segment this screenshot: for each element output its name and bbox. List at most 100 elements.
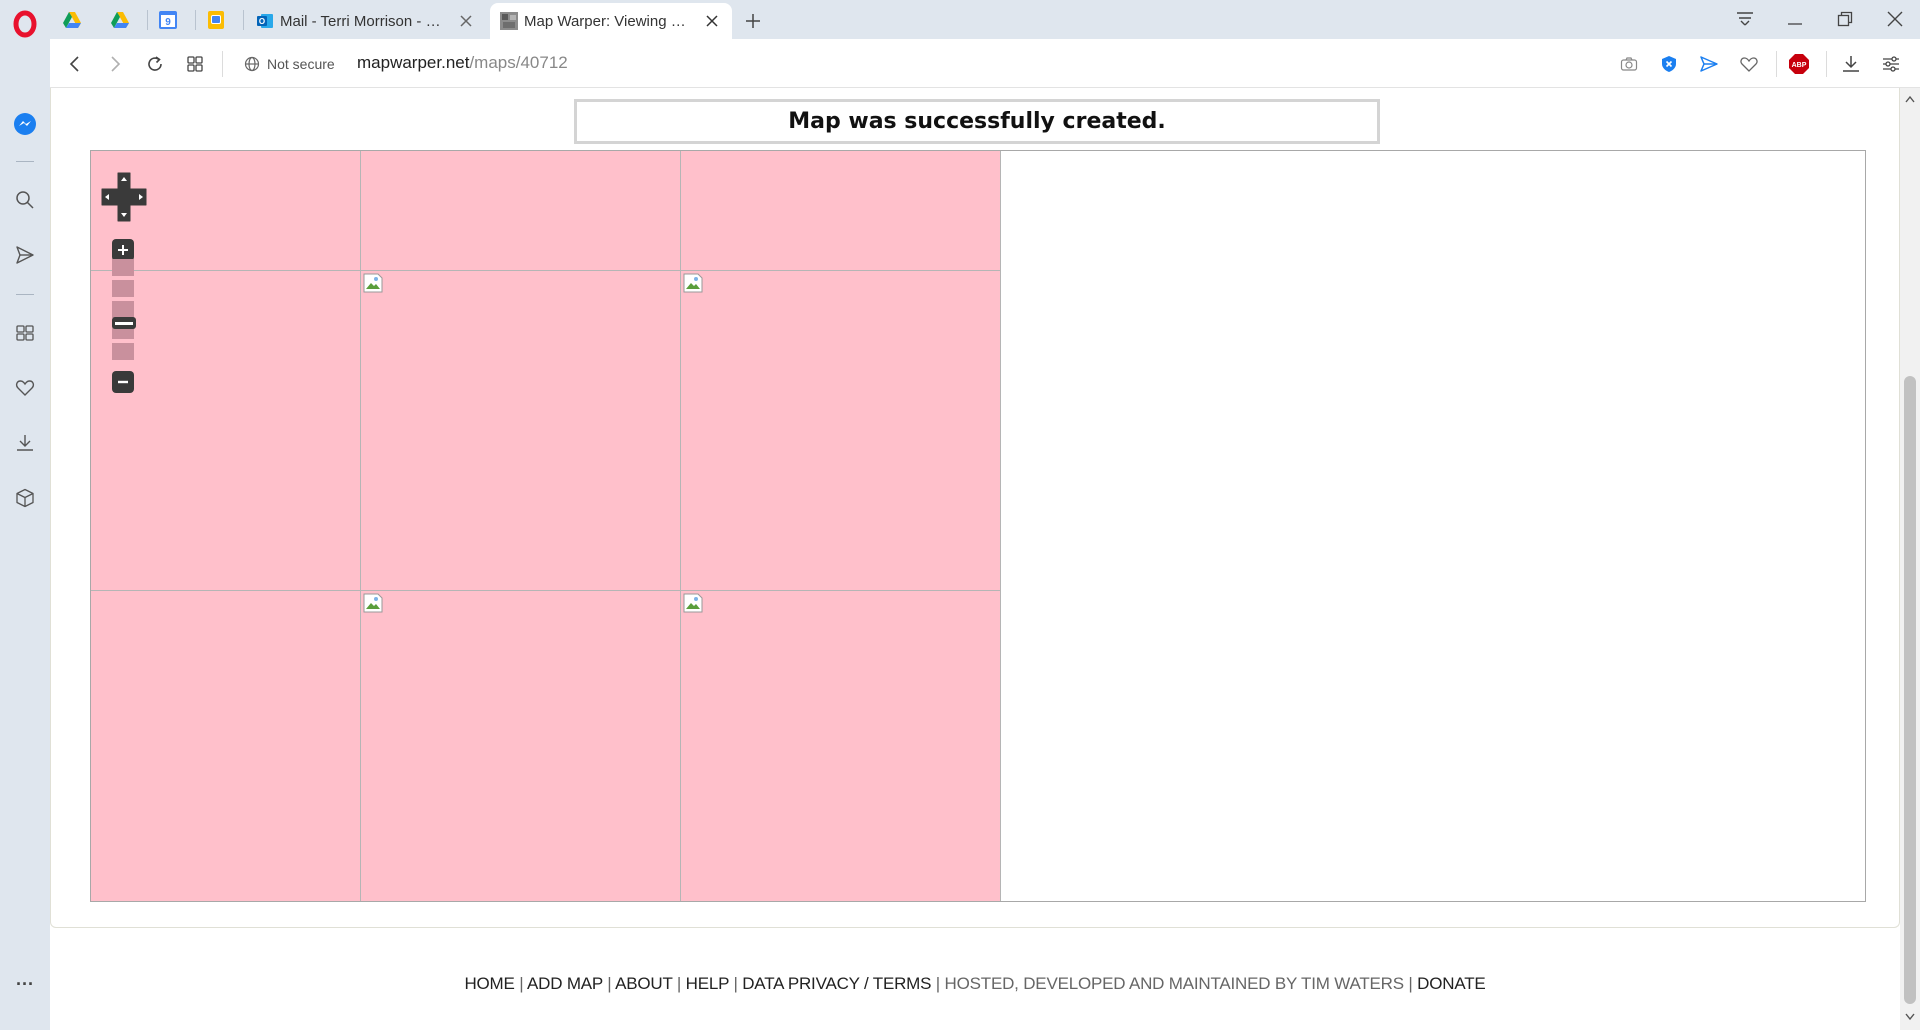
grid-icon — [187, 56, 203, 72]
broken-image-icon — [683, 593, 703, 613]
tab-outlook-mail[interactable]: O Mail - Terri Morrison - Outlook — [246, 3, 486, 39]
footer-separator: | — [935, 974, 941, 993]
zoom-level[interactable] — [112, 259, 134, 278]
close-tab-icon[interactable] — [456, 11, 476, 31]
map-viewer[interactable] — [90, 150, 1866, 902]
map-tile — [681, 271, 1001, 591]
tab-menu-button[interactable] — [1725, 4, 1765, 34]
scrollbar-thumb[interactable] — [1904, 376, 1916, 1004]
forward-button[interactable] — [100, 49, 130, 79]
footer-hosted-text: HOSTED, DEVELOPED AND MAINTAINED BY TIM … — [944, 974, 1405, 993]
url-host: mapwarper.net — [357, 53, 470, 72]
new-tab-button[interactable] — [740, 8, 766, 34]
pinned-tab-google-drive[interactable] — [52, 6, 92, 34]
back-button[interactable] — [60, 49, 90, 79]
sidebar-item-search[interactable] — [10, 185, 40, 215]
footer-link-about[interactable]: ABOUT — [615, 974, 672, 993]
speed-dial-button[interactable] — [180, 49, 210, 79]
security-label: Not secure — [267, 56, 335, 72]
zoom-level[interactable] — [112, 343, 134, 362]
page-scrollbar[interactable] — [1900, 88, 1920, 1030]
minimize-button[interactable] — [1775, 4, 1815, 34]
chevron-down-icon — [1905, 1013, 1915, 1021]
easy-setup-button[interactable] — [1878, 51, 1904, 77]
adblock-plus-button[interactable]: ABP — [1786, 51, 1812, 77]
footer-link-privacy[interactable]: DATA PRIVACY / TERMS — [742, 974, 931, 993]
address-bar: Not secure mapwarper.net/maps/40712 ABP — [50, 39, 1920, 88]
snapshot-button[interactable] — [1616, 51, 1642, 77]
pinned-tab-google-drive-2[interactable] — [100, 6, 140, 34]
sidebar-item-messenger[interactable] — [10, 109, 40, 139]
tab-title: Mail - Terri Morrison - Outlook — [280, 12, 448, 30]
minimize-icon — [1788, 23, 1802, 25]
zoom-in-button[interactable] — [112, 239, 134, 261]
zoom-bar[interactable] — [112, 259, 136, 367]
content-panel: Map was successfully created. — [50, 88, 1900, 928]
broken-image-icon — [363, 273, 383, 293]
plus-icon — [746, 14, 760, 28]
footer-separator: | — [676, 974, 682, 993]
mapwarper-icon — [500, 12, 518, 30]
chevron-up-icon — [1905, 95, 1915, 103]
map-tile — [361, 591, 681, 901]
google-keep-icon — [208, 11, 224, 29]
map-tile — [681, 151, 1001, 271]
pinned-tab-google-calendar[interactable]: 9 — [148, 6, 188, 34]
footer: HOME | ADD MAP | ABOUT | HELP | DATA PRI… — [50, 974, 1900, 994]
url-field[interactable]: mapwarper.net/maps/40712 — [357, 53, 568, 73]
svg-text:O: O — [259, 17, 265, 26]
downloads-button[interactable] — [1838, 51, 1864, 77]
footer-separator: | — [733, 974, 738, 993]
adblock-icon: ABP — [1789, 54, 1809, 74]
sidebar-item-flow[interactable] — [10, 240, 40, 270]
footer-link-home[interactable]: HOME — [464, 974, 514, 993]
globe-icon — [244, 56, 260, 72]
restore-button[interactable] — [1825, 4, 1865, 34]
sidebar-item-downloads[interactable] — [10, 428, 40, 458]
sidebar-more-button[interactable]: ··· — [10, 969, 40, 999]
footer-separator: | — [1408, 974, 1413, 993]
footer-link-help[interactable]: HELP — [686, 974, 730, 993]
tab-menu-icon — [1737, 12, 1753, 26]
scroll-up-button[interactable] — [1903, 92, 1917, 106]
footer-link-donate[interactable]: DONATE — [1417, 974, 1486, 993]
map-tile — [361, 151, 681, 271]
send-to-flow-button[interactable] — [1696, 51, 1722, 77]
download-icon — [17, 435, 33, 451]
zoom-slider-handle[interactable] — [112, 317, 136, 329]
footer-link-add-map[interactable]: ADD MAP — [527, 974, 603, 993]
sidebar-item-extensions[interactable] — [10, 483, 40, 513]
url-path: /maps/40712 — [469, 53, 568, 72]
outlook-icon: O — [257, 14, 273, 28]
zoom-level[interactable] — [112, 280, 134, 299]
opera-menu-icon[interactable] — [10, 9, 40, 39]
sidebar-item-bookmarks[interactable] — [10, 373, 40, 403]
tab-strip: 9 O Mail - Terri Morrison - Outlook Map … — [0, 0, 1920, 39]
google-calendar-icon: 9 — [159, 11, 177, 29]
pinned-tab-google-keep[interactable] — [196, 6, 236, 34]
zoom-out-button[interactable] — [112, 371, 134, 393]
sidebar-item-speed-dial[interactable] — [10, 318, 40, 348]
restore-icon — [1837, 11, 1853, 27]
cube-icon — [16, 488, 34, 508]
scroll-down-button[interactable] — [1903, 1010, 1917, 1024]
tab-map-warper[interactable]: Map Warper: Viewing Map 40712 — [490, 3, 732, 39]
send-icon — [16, 246, 34, 264]
messenger-icon — [14, 113, 36, 135]
tracker-blocker-button[interactable] — [1656, 51, 1682, 77]
reload-button[interactable] — [140, 49, 170, 79]
close-tab-icon[interactable] — [702, 11, 722, 31]
site-security-indicator[interactable]: Not secure — [244, 51, 335, 77]
map-tile — [361, 271, 681, 591]
search-icon — [16, 191, 34, 209]
back-arrow-icon — [69, 56, 79, 72]
map-tile — [91, 591, 361, 901]
shield-icon — [1662, 56, 1676, 72]
camera-icon — [1620, 57, 1638, 71]
close-window-button[interactable] — [1875, 4, 1915, 34]
send-icon — [1700, 56, 1718, 72]
forward-arrow-icon — [111, 56, 121, 72]
flash-message: Map was successfully created. — [574, 99, 1380, 144]
footer-separator: | — [607, 974, 612, 993]
bookmark-button[interactable] — [1736, 51, 1762, 77]
